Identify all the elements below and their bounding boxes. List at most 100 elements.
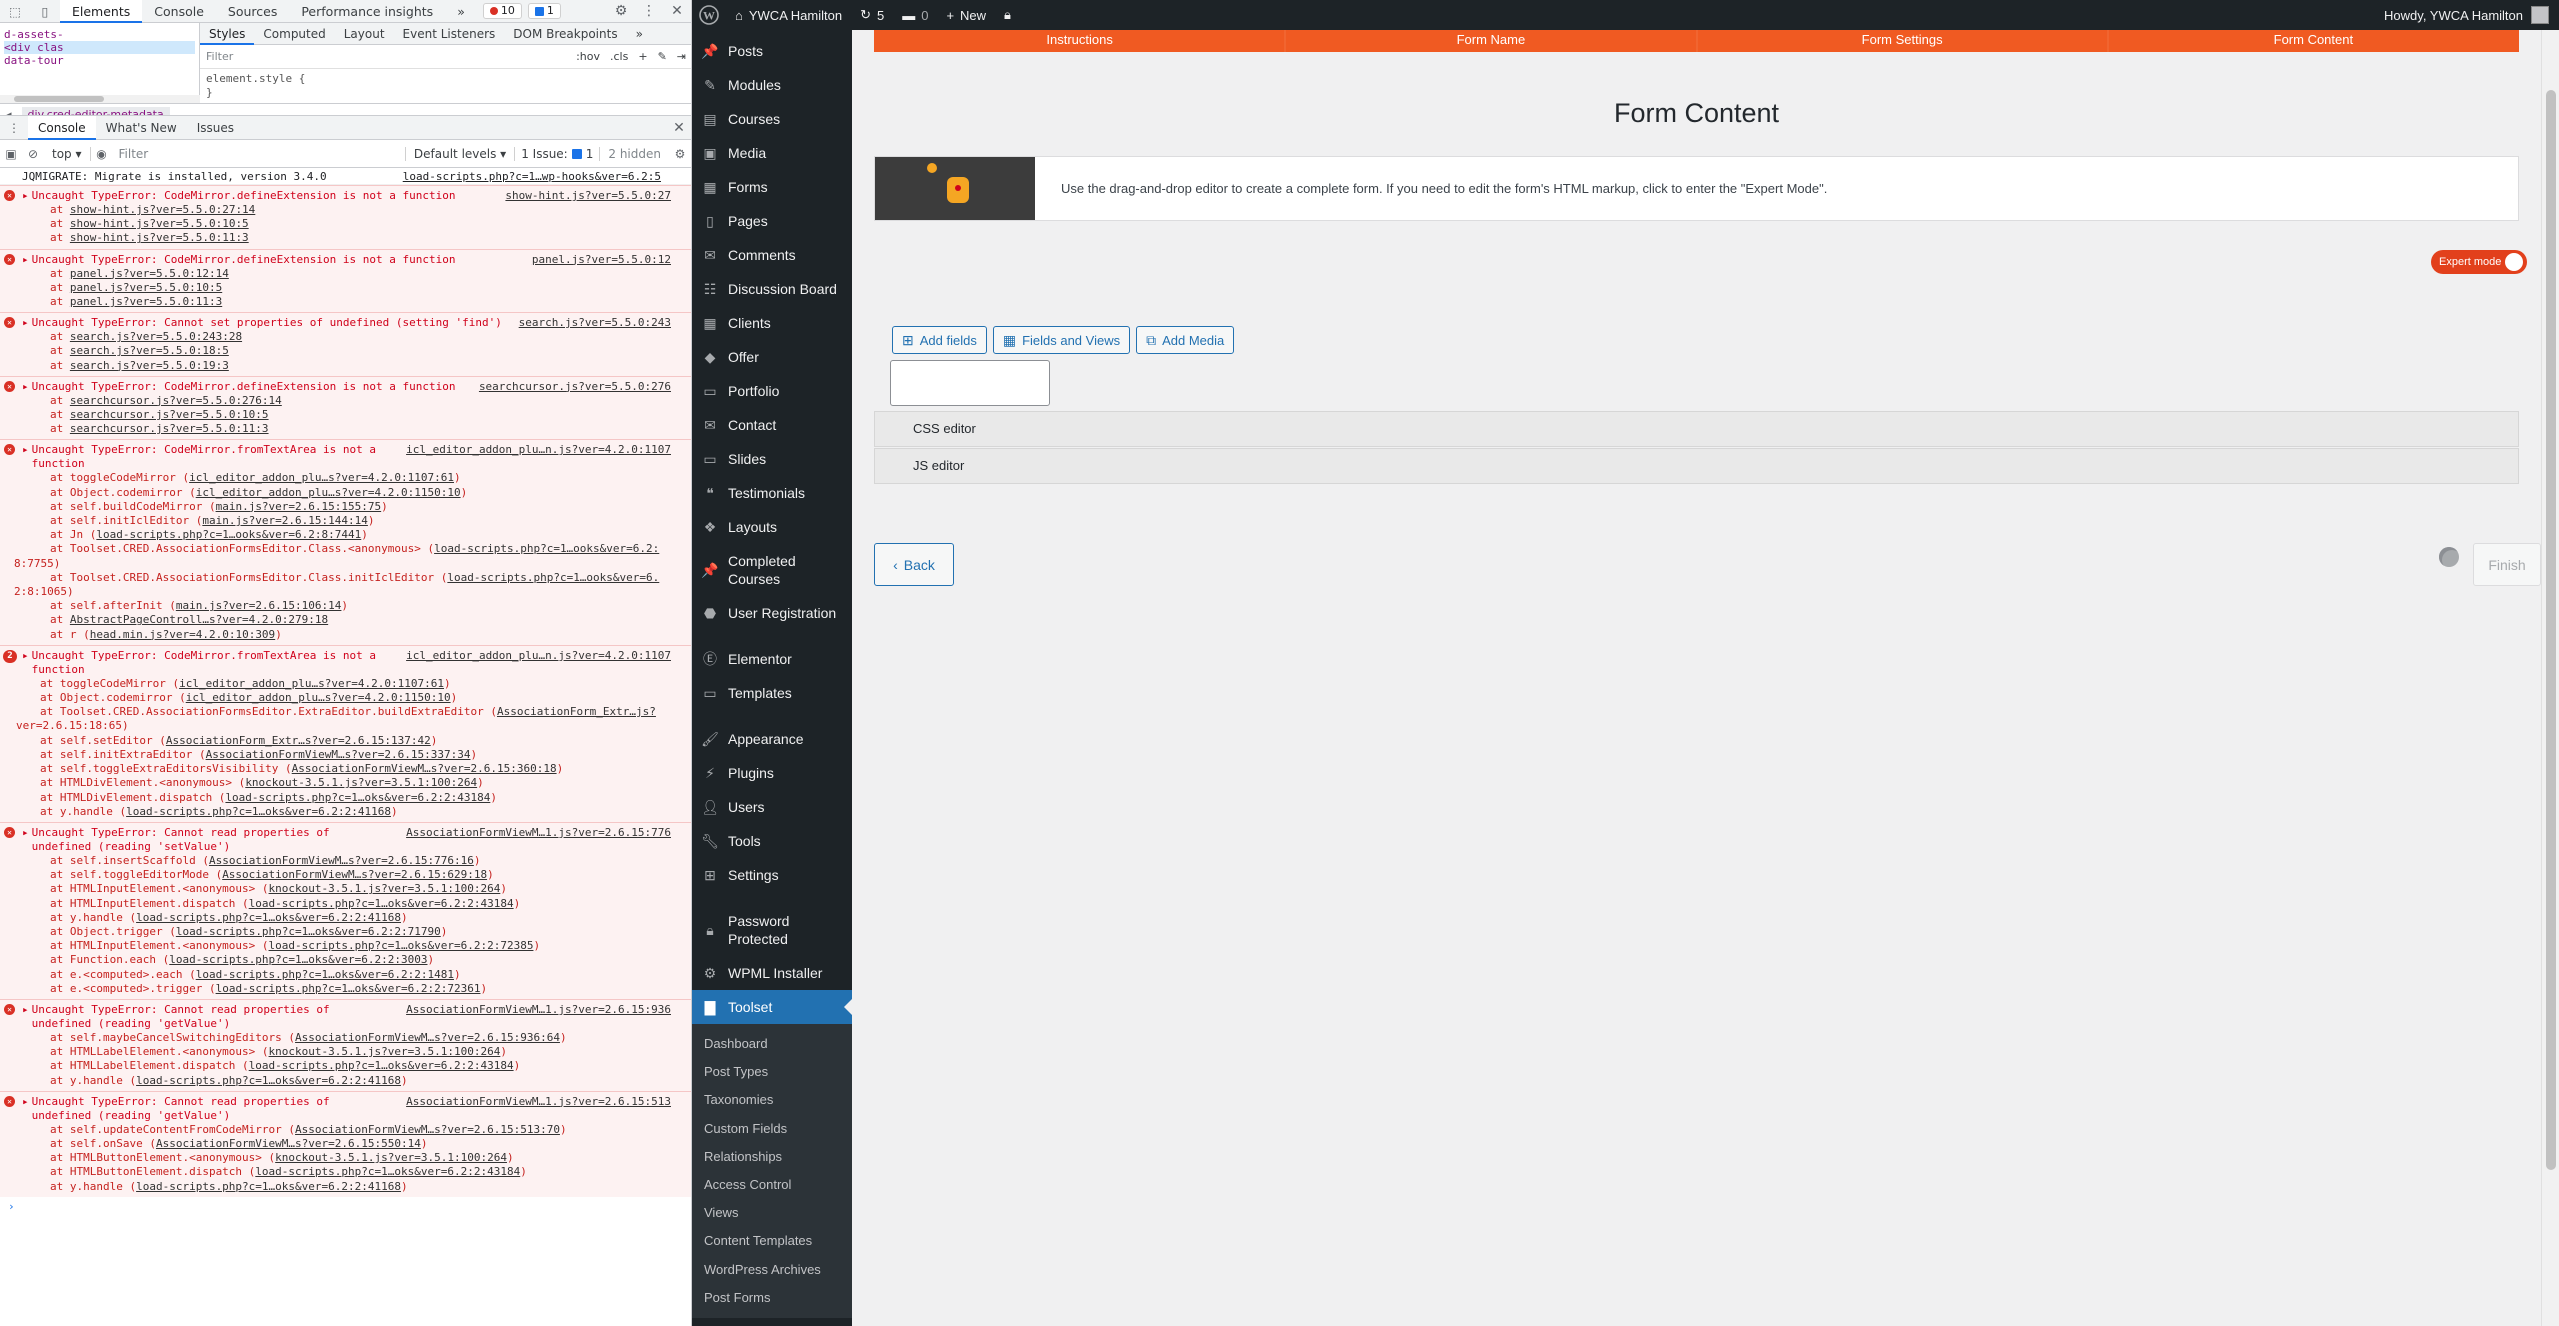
stack-frame-link[interactable]: load-scripts.php?c=1…oks&ver=6.2:2:3003 [169,953,427,966]
error-text[interactable]: Uncaught TypeError: CodeMirror.fromTextA… [32,443,398,471]
sidebar-item-portfolio[interactable]: ▭ Portfolio [692,374,852,408]
back-button[interactable]: ‹ Back [874,543,954,586]
device-toolbar-icon[interactable]: ▯ [30,0,60,23]
sidebar-item-wpml-installer[interactable]: ⚙ WPML Installer [692,956,852,990]
sidebar-item-templates[interactable]: ▭ Templates [692,676,852,710]
sidebar-item-tools[interactable]: 🔧︎ Tools [692,824,852,858]
log-levels-dropdown[interactable]: Default levels ▾ [404,147,514,161]
stack-frame-link[interactable]: icl_editor_addon_plu…s?ver=4.2.0:1107:61 [179,677,444,690]
console-error-message[interactable]: ✕ ▸ Uncaught TypeError: Cannot set propert… [0,312,691,376]
source-link[interactable]: icl_editor_addon_plu…n.js?ver=4.2.0:1107 [406,649,671,677]
source-link[interactable]: icl_editor_addon_plu…n.js?ver=4.2.0:1107 [406,443,671,471]
stack-frame-link[interactable]: AssociationFormViewM…s?ver=2.6.15:550:14 [156,1137,421,1150]
stack-frame-link[interactable]: load-scripts.php?c=1…oks&ver=6.2:2:43184 [249,1059,514,1072]
more-style-tabs-icon[interactable]: » [627,27,652,41]
console-error-message[interactable]: ✕ ▸ Uncaught TypeError: CodeMirror.defineE… [0,248,691,313]
sidebar-item-comments[interactable]: ✉ Comments [692,238,852,272]
sidebar-item-media[interactable]: ▣ Media [692,136,852,170]
error-text[interactable]: Uncaught TypeError: CodeMirror.defineExt… [32,253,524,267]
stack-frame-link[interactable]: load-scripts.php?c=1…oks&ver=6.2:2:71790 [176,925,441,938]
sidebar-item-testimonials[interactable]: ❝ Testimonials [692,476,852,510]
sidebar-item-contact[interactable]: ✉ Contact [692,408,852,442]
computed-sidebar-icon[interactable]: ⇥ [672,50,691,63]
tab-console[interactable]: Console [142,0,216,23]
sidebar-item-courses[interactable]: ▤ Courses [692,102,852,136]
wizard-step-form-name[interactable]: Form Name [1281,30,1696,52]
sidebar-item-completed-courses[interactable]: 📌 Completed Courses [692,544,852,596]
styles-filter-input[interactable]: Filter [204,48,571,66]
more-tabs-icon[interactable]: » [445,0,477,23]
stack-frame-link[interactable]: load-scripts.php?c=1…ooks&ver=6. [447,571,659,584]
add-fields-button[interactable]: ⊞ Add fields [892,326,987,354]
stack-frame-link[interactable]: knockout-3.5.1.js?ver=3.5.1:100:264 [269,1045,501,1058]
stack-frame-link[interactable]: load-scripts.php?c=1…oks&ver=6.2:2:43184 [249,897,514,910]
error-text[interactable]: Uncaught TypeError: CodeMirror.defineExt… [32,189,498,203]
close-drawer-icon[interactable]: ✕ [667,120,691,136]
expand-caret-icon[interactable]: ▸ [22,1003,29,1031]
sidebar-item-discussion-board[interactable]: ☷ Discussion Board [692,272,852,306]
context-selector[interactable]: top ▾ [44,147,91,161]
toolset-submenu-item[interactable]: Custom Fields [692,1115,852,1143]
element-style-rule[interactable]: element.style { } [200,69,691,103]
drawer-tab-whats-new[interactable]: What's New [96,116,187,140]
sidebar-toggle-icon[interactable]: ▣ [0,147,22,161]
console-error-message[interactable]: 2 ▸ Uncaught TypeError: CodeMirror.fromTex… [0,644,691,822]
error-text[interactable]: Uncaught TypeError: Cannot read properti… [32,826,398,854]
wordpress-logo-icon[interactable]: W [692,0,726,30]
console-error-message[interactable]: ✕ ▸ Uncaught TypeError: CodeMirror.fromTex… [0,439,691,645]
sidebar-item-user-registration[interactable]: ⬣ User Registration [692,596,852,630]
stack-frame-link[interactable]: load-scripts.php?c=1…oks&ver=6.2:2:41168 [136,1074,401,1087]
stack-frame-link[interactable]: show-hint.js?ver=5.5.0:11:3 [70,231,249,244]
error-text[interactable]: Uncaught TypeError: CodeMirror.fromTextA… [32,649,398,677]
console-prompt-input[interactable]: › [0,1197,691,1217]
expert-mode-toggle[interactable]: Expert mode [2431,250,2527,274]
stack-frame-link[interactable]: panel.js?ver=5.5.0:11:3 [70,295,222,308]
site-name-link[interactable]: ⌂ YWCA Hamilton [726,8,851,23]
js-editor-toggle[interactable]: JS editor [874,448,2519,484]
settings-gear-icon[interactable]: ⚙ [607,3,635,19]
stack-frame-link[interactable]: load-scripts.php?c=1…oks&ver=6.2:2:41168 [136,1180,401,1193]
source-link[interactable]: search.js?ver=5.5.0:243 [519,316,671,330]
source-link[interactable]: panel.js?ver=5.5.0:12 [532,253,671,267]
error-text[interactable]: Uncaught TypeError: Cannot set propertie… [32,316,511,330]
source-link[interactable]: AssociationFormViewM…1.js?ver=2.6.15:513 [406,1095,671,1123]
issues-button[interactable]: 1 Issue: 1 [514,147,599,161]
stack-frame-link[interactable]: main.js?ver=2.6.15:155:75 [216,500,382,513]
stack-frame-link[interactable]: main.js?ver=2.6.15:106:14 [176,599,342,612]
stack-frame-link[interactable]: AssociationFormViewM…s?ver=2.6.15:936:64 [295,1031,560,1044]
stack-frame-link[interactable]: load-scripts.php?c=1…ooks&ver=6.2:8:7441 [96,528,361,541]
expand-caret-icon[interactable]: ▸ [22,1095,29,1123]
console-error-message[interactable]: ✕ ▸ Uncaught TypeError: Cannot read proper… [0,821,691,999]
console-filter-input[interactable]: Filter [113,144,405,164]
stack-frame-link[interactable]: show-hint.js?ver=5.5.0:27:14 [70,203,255,216]
issue-count-badge[interactable]: 1 [527,3,561,19]
wizard-step-form-settings[interactable]: Form Settings [1692,30,2108,52]
add-style-rule-icon[interactable]: + [633,50,652,63]
page-scrollbar[interactable] [2541,30,2559,1326]
expand-caret-icon[interactable]: ▸ [22,380,29,394]
sidebar-item-plugins[interactable]: ⚡︎ Plugins [692,756,852,790]
error-text[interactable]: Uncaught TypeError: Cannot read properti… [32,1095,398,1123]
stack-frame-link[interactable]: knockout-3.5.1.js?ver=3.5.1:100:264 [245,776,477,789]
stack-frame-link[interactable]: load-scripts.php?c=1…oks&ver=6.2:2:72385 [269,939,534,952]
paint-icon[interactable]: ✎ [653,50,672,63]
stack-frame-link[interactable]: panel.js?ver=5.5.0:10:5 [70,281,222,294]
stack-frame-link[interactable]: head.min.js?ver=4.2.0:10:309 [90,628,275,641]
finish-button[interactable]: Finish [2473,543,2541,586]
sidebar-item-offer[interactable]: ◆ Offer [692,340,852,374]
expand-caret-icon[interactable]: ▸ [22,826,29,854]
stack-frame-link[interactable]: knockout-3.5.1.js?ver=3.5.1:100:264 [275,1151,507,1164]
stack-frame-link[interactable]: search.js?ver=5.5.0:18:5 [70,344,229,357]
close-devtools-icon[interactable]: ✕ [663,3,691,19]
expand-caret-icon[interactable]: ▸ [22,649,29,677]
stack-frame-link[interactable]: search.js?ver=5.5.0:19:3 [70,359,229,372]
stack-frame-link[interactable]: searchcursor.js?ver=5.5.0:11:3 [70,422,269,435]
dom-tree[interactable]: d-assets- <div clas data-tour [0,23,200,103]
clear-console-icon[interactable]: ⊘ [22,147,44,161]
lock-icon[interactable]: 🔒︎ [995,7,1020,23]
error-text[interactable]: Uncaught TypeError: CodeMirror.defineExt… [32,380,471,394]
dom-node-selected[interactable]: <div clas [4,41,195,54]
stack-frame-link[interactable]: AssociationFormViewM…s?ver=2.6.15:360:18 [292,762,557,775]
my-account[interactable]: Howdy, YWCA Hamilton [2384,6,2559,24]
stack-frame-link[interactable]: icl_editor_addon_plu…s?ver=4.2.0:1150:10 [196,486,461,499]
